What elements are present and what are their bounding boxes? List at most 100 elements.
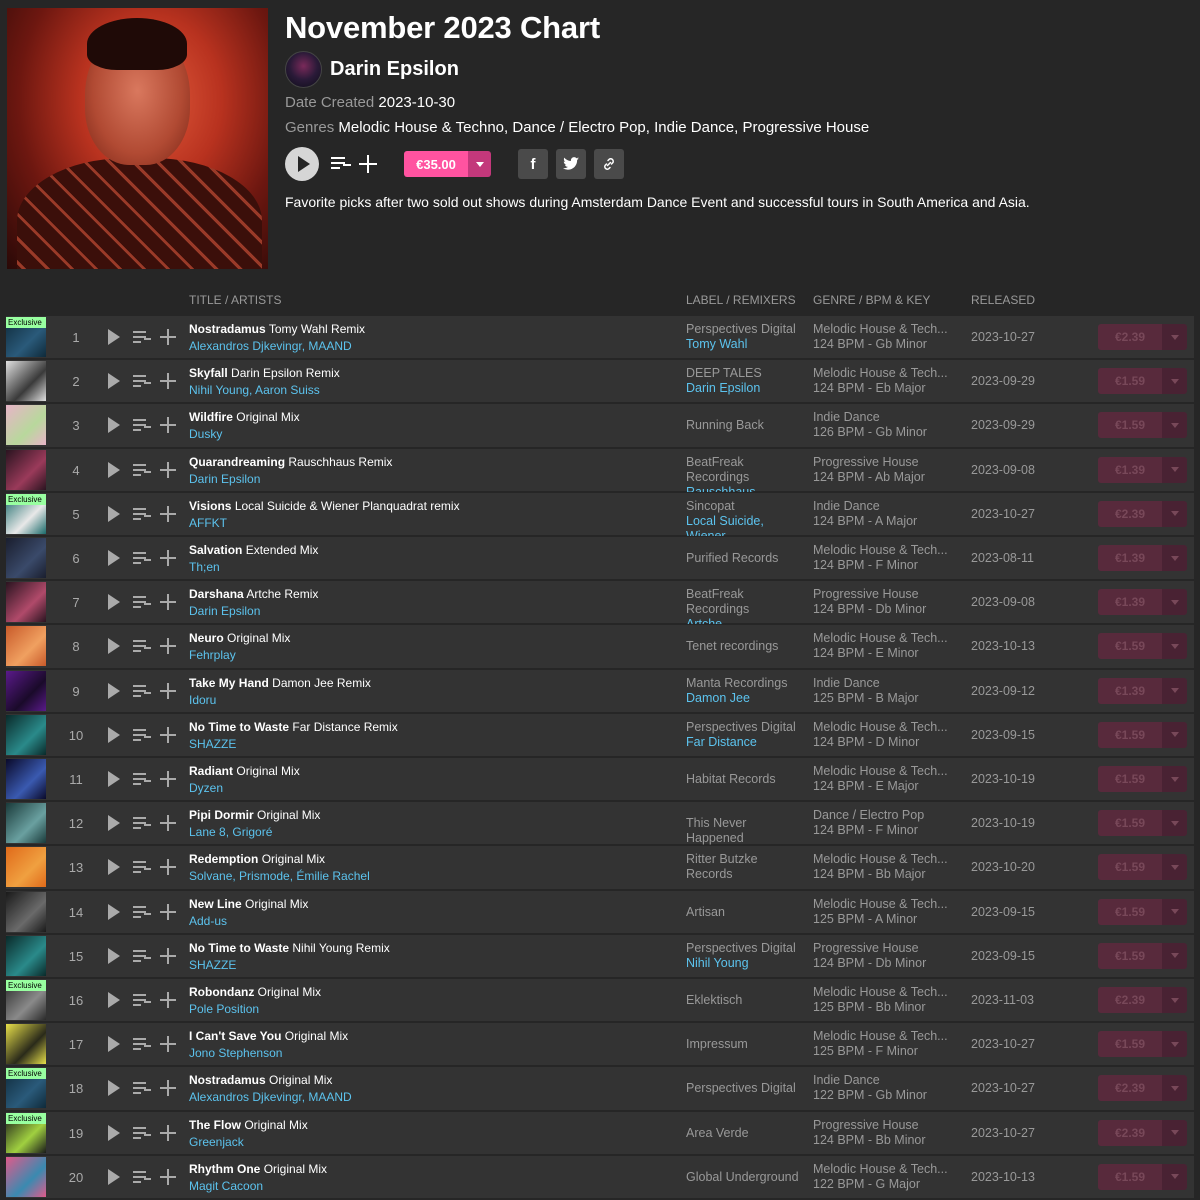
track-buy-button[interactable]: €2.39 <box>1098 1075 1187 1102</box>
track-name[interactable]: Radiant <box>189 764 233 778</box>
track-title[interactable]: New Line Original Mix <box>189 897 669 911</box>
track-name[interactable]: No Time to Waste <box>189 941 289 955</box>
chevron-down-icon[interactable] <box>1162 766 1187 792</box>
track-row[interactable]: 8 Neuro Original Mix Fehrplay Tenet recordi… <box>6 624 1194 668</box>
chevron-down-icon[interactable] <box>1162 1031 1187 1058</box>
track-mix[interactable]: Original Mix <box>285 1029 348 1043</box>
add-to-playlist-icon[interactable] <box>160 373 176 390</box>
track-buy-button[interactable]: €1.59 <box>1098 766 1187 792</box>
play-icon[interactable] <box>108 1124 120 1141</box>
track-name[interactable]: Rhythm One <box>189 1162 260 1176</box>
track-artwork[interactable] <box>6 538 46 578</box>
play-icon[interactable] <box>108 859 120 876</box>
track-mix[interactable]: Original Mix <box>269 1073 332 1087</box>
track-name[interactable]: Wildfire <box>189 410 233 424</box>
track-genre[interactable]: Progressive House <box>813 1118 953 1133</box>
track-artists[interactable]: Darin Epsilon <box>189 472 260 486</box>
track-genre[interactable]: Melodic House & Tech... <box>813 631 953 646</box>
track-label[interactable]: Purified Records <box>686 551 778 565</box>
track-artists[interactable]: SHAZZE <box>189 958 236 972</box>
track-artists[interactable]: Alexandros Djkevingr, MAAND <box>189 339 352 353</box>
chevron-down-icon[interactable] <box>1162 721 1187 748</box>
track-artists[interactable]: Nihil Young, Aaron Suiss <box>189 383 320 397</box>
track-name[interactable]: Darshana <box>189 587 244 601</box>
track-genre[interactable]: Melodic House & Tech... <box>813 764 953 779</box>
track-label[interactable]: Perspectives Digital <box>686 1081 796 1095</box>
track-artists[interactable]: Th;en <box>189 560 220 574</box>
track-price[interactable]: €1.59 <box>1098 721 1162 748</box>
copy-link-icon[interactable] <box>594 149 624 179</box>
track-buy-button[interactable]: €1.59 <box>1098 942 1187 969</box>
track-buy-button[interactable]: €1.59 <box>1098 1163 1187 1190</box>
add-to-playlist-icon[interactable] <box>160 550 176 566</box>
add-to-queue-icon[interactable] <box>133 551 151 567</box>
track-artists[interactable]: Pole Position <box>189 1002 259 1016</box>
track-title[interactable]: No Time to Waste Far Distance Remix <box>189 720 669 734</box>
artist-name[interactable]: Darin Epsilon <box>330 58 459 81</box>
chevron-down-icon[interactable] <box>1162 942 1187 969</box>
track-price[interactable]: €1.59 <box>1098 1031 1162 1058</box>
track-price[interactable]: €2.39 <box>1098 1075 1162 1102</box>
track-row[interactable]: 2 Skyfall Darin Epsilon Remix Nihil Young,… <box>6 359 1194 403</box>
add-to-playlist-icon[interactable] <box>160 1036 176 1053</box>
track-buy-button[interactable]: €2.39 <box>1098 987 1187 1013</box>
track-artwork[interactable] <box>6 670 46 711</box>
add-to-queue-icon[interactable] <box>133 684 151 700</box>
add-to-queue-icon[interactable] <box>133 728 151 744</box>
track-mix[interactable]: Original Mix <box>236 410 299 424</box>
add-to-queue-icon[interactable] <box>133 1037 151 1053</box>
chevron-down-icon[interactable] <box>1162 589 1187 616</box>
track-name[interactable]: I Can't Save You <box>189 1029 281 1043</box>
track-row[interactable]: 14 New Line Original Mix Add-us Artisan Melo… <box>6 889 1194 933</box>
track-artists[interactable]: Greenjack <box>189 1135 244 1149</box>
track-buy-button[interactable]: €1.59 <box>1098 810 1187 837</box>
play-icon[interactable] <box>108 947 120 964</box>
chart-price[interactable]: €35.00 <box>404 151 468 177</box>
track-genre[interactable]: Indie Dance <box>813 499 953 514</box>
track-label[interactable]: Perspectives Digital <box>686 720 796 734</box>
track-row[interactable]: 12 Pipi Dormir Original Mix Lane 8, Grigor… <box>6 801 1194 845</box>
artist-avatar[interactable] <box>285 50 322 88</box>
track-title[interactable]: No Time to Waste Nihil Young Remix <box>189 941 669 955</box>
track-price[interactable]: €2.39 <box>1098 324 1162 350</box>
track-artists[interactable]: SHAZZE <box>189 737 236 751</box>
track-label[interactable]: Impressum <box>686 1037 748 1051</box>
play-icon[interactable] <box>108 1080 120 1097</box>
track-genre[interactable]: Indie Dance <box>813 1073 953 1088</box>
chevron-down-icon[interactable] <box>1162 545 1187 571</box>
track-row[interactable]: 9 Take My Hand Damon Jee Remix Idoru Manta … <box>6 668 1194 712</box>
track-row[interactable]: Exclusive 18 Nostradamus Original Mix Alexa… <box>6 1066 1194 1110</box>
add-to-playlist-icon[interactable] <box>160 461 176 478</box>
track-genre[interactable]: Progressive House <box>813 455 953 470</box>
track-genre[interactable]: Melodic House & Tech... <box>813 322 953 337</box>
track-remixers[interactable]: Damon Jee <box>686 691 804 706</box>
track-price[interactable]: €1.39 <box>1098 545 1162 571</box>
track-title[interactable]: Pipi Dormir Original Mix <box>189 808 669 822</box>
chevron-down-icon[interactable] <box>1162 412 1187 439</box>
play-icon[interactable] <box>108 638 120 655</box>
add-to-playlist-icon[interactable] <box>160 682 176 699</box>
track-label[interactable]: Global Underground <box>686 1170 799 1184</box>
track-mix[interactable]: Original Mix <box>262 852 325 866</box>
chevron-down-icon[interactable] <box>1162 898 1187 925</box>
chevron-down-icon[interactable] <box>1162 500 1187 527</box>
add-to-playlist-icon[interactable] <box>160 505 176 522</box>
track-buy-button[interactable]: €1.59 <box>1098 368 1187 395</box>
add-to-queue-icon[interactable] <box>133 993 151 1009</box>
track-artists[interactable]: Idoru <box>189 693 216 707</box>
add-to-playlist-icon[interactable] <box>160 903 176 920</box>
chevron-down-icon[interactable] <box>1162 1119 1187 1146</box>
track-title[interactable]: The Flow Original Mix <box>189 1118 669 1132</box>
track-genre[interactable]: Melodic House & Tech... <box>813 720 953 735</box>
chevron-down-icon[interactable] <box>1162 633 1187 660</box>
chevron-down-icon[interactable] <box>1162 324 1187 350</box>
add-to-playlist-icon[interactable] <box>359 155 377 173</box>
track-title[interactable]: Take My Hand Damon Jee Remix <box>189 676 669 690</box>
add-to-queue-icon[interactable] <box>133 949 151 965</box>
track-price[interactable]: €2.39 <box>1098 1119 1162 1146</box>
track-mix[interactable]: Original Mix <box>257 808 320 822</box>
track-buy-button[interactable]: €2.39 <box>1098 500 1187 527</box>
track-price[interactable]: €1.59 <box>1098 766 1162 792</box>
track-price[interactable]: €1.59 <box>1098 854 1162 881</box>
track-title[interactable]: Radiant Original Mix <box>189 764 669 778</box>
